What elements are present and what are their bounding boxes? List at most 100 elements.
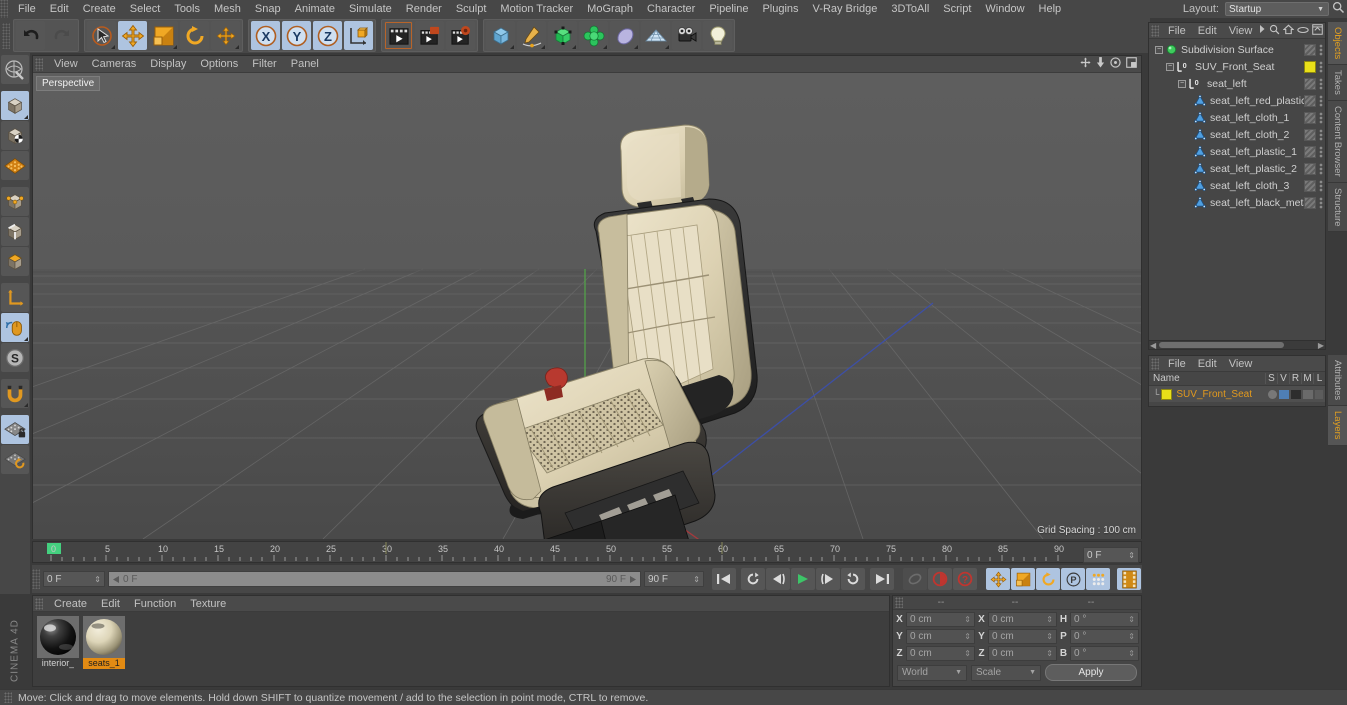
visibility-dots-icon[interactable]	[1319, 94, 1323, 107]
enable-axis-button[interactable]	[1, 313, 29, 342]
planar-workplane-button[interactable]	[1, 445, 29, 474]
apply-button[interactable]: Apply	[1045, 664, 1137, 681]
menu-item-sculpt[interactable]: Sculpt	[449, 0, 494, 18]
viewport-menu-panel[interactable]: Panel	[284, 56, 326, 73]
rotate-tool[interactable]	[180, 21, 209, 50]
object-row-seat-left-black-metal[interactable]: seat_left_black_metal	[1149, 194, 1325, 211]
add-environment-object[interactable]	[641, 21, 670, 50]
menu-item-render[interactable]: Render	[399, 0, 449, 18]
undo-button[interactable]	[16, 21, 45, 50]
loop-button[interactable]	[841, 568, 865, 590]
viewport-solo-button[interactable]: S	[1, 343, 29, 372]
spinner-icon[interactable]: ⇕	[1128, 615, 1135, 624]
visibility-dots-icon[interactable]	[1319, 43, 1323, 56]
make-editable-button[interactable]	[1, 55, 29, 84]
rotation-key-toggle[interactable]	[1036, 568, 1060, 590]
scale-key-toggle[interactable]	[1011, 568, 1035, 590]
manager-flag-icon[interactable]	[1303, 389, 1313, 399]
object-row-seat-left-cloth-3[interactable]: seat_left_cloth_3	[1149, 177, 1325, 194]
world-object-coordinates[interactable]	[344, 21, 373, 50]
position-z-field[interactable]: 0 cm ⇕	[906, 645, 975, 661]
axis-modification-button[interactable]	[1, 283, 29, 312]
visibility-dots-icon[interactable]	[1319, 128, 1323, 141]
visibility-dots-icon[interactable]	[1319, 77, 1323, 90]
coordinate-system-dropdown[interactable]: World ▼	[897, 664, 967, 681]
keyframe-mode-button[interactable]	[1117, 568, 1141, 590]
go-to-end-button[interactable]	[870, 568, 894, 590]
layer-manager-grip[interactable]	[1151, 357, 1159, 370]
spinner-icon[interactable]: ⇕	[1046, 632, 1053, 641]
viewport-menu-grip[interactable]	[35, 57, 43, 71]
spinner-icon[interactable]: ⇕	[964, 615, 971, 624]
maximize-icon[interactable]	[1126, 57, 1137, 71]
workplane-mode-button[interactable]	[1, 151, 29, 180]
tag-checker-icon[interactable]	[1304, 111, 1316, 124]
layer-col-s[interactable]: S	[1265, 373, 1277, 384]
viewport-menu-display[interactable]: Display	[143, 56, 193, 73]
object-row-seat-left-cloth-2[interactable]: seat_left_cloth_2	[1149, 126, 1325, 143]
object-row-seat-left[interactable]: − 0 seat_left	[1149, 75, 1325, 92]
size-x-field[interactable]: 0 cm ⇕	[988, 611, 1057, 627]
add-spline-object[interactable]	[517, 21, 546, 50]
menu-item-edit[interactable]: Edit	[43, 0, 76, 18]
transform-mode-dropdown[interactable]: Scale ▼	[971, 664, 1041, 681]
current-frame-field[interactable]: 0 F ⇕	[43, 571, 105, 587]
add-camera-object[interactable]	[672, 21, 701, 50]
tab-structure[interactable]: Structure	[1328, 182, 1347, 233]
viewport-menu-view[interactable]: View	[47, 56, 85, 73]
chevron-right-icon[interactable]	[1258, 24, 1266, 37]
keyframe-selection-button[interactable]: ?	[953, 568, 977, 590]
layer-col-r[interactable]: R	[1289, 373, 1301, 384]
menu-item-window[interactable]: Window	[978, 0, 1031, 18]
scrollbar-thumb[interactable]	[1159, 342, 1284, 348]
position-x-field[interactable]: 0 cm ⇕	[906, 611, 975, 627]
menu-item-select[interactable]: Select	[123, 0, 168, 18]
object-row-seat-left-plastic-1[interactable]: seat_left_plastic_1	[1149, 143, 1325, 160]
menu-item-vray-bridge[interactable]: V-Ray Bridge	[806, 0, 885, 18]
viewport-menu-filter[interactable]: Filter	[245, 56, 283, 73]
menu-item-3dtoall[interactable]: 3DToAll	[884, 0, 936, 18]
toolbar-grip[interactable]	[2, 22, 10, 49]
add-array-object[interactable]	[579, 21, 608, 50]
layer-menu-view[interactable]: View	[1223, 356, 1259, 372]
max-frame-field[interactable]: 90 F ⇕	[644, 571, 704, 587]
position-y-field[interactable]: 0 cm ⇕	[906, 628, 975, 644]
layer-col-m[interactable]: M	[1301, 373, 1313, 384]
autokeying-button[interactable]	[903, 568, 927, 590]
material-menu-grip[interactable]	[35, 597, 43, 610]
add-light-object[interactable]	[703, 21, 732, 50]
lock-y-axis[interactable]: Y	[282, 21, 311, 50]
layout-dropdown[interactable]: Startup ▼	[1225, 2, 1329, 16]
tag-checker-icon[interactable]	[1304, 77, 1316, 90]
spinner-icon[interactable]: ⇕	[94, 575, 101, 584]
rotation-h-field[interactable]: 0 ° ⇕	[1070, 611, 1139, 627]
material-item[interactable]: seats_1	[83, 616, 125, 682]
menu-item-motion-tracker[interactable]: Motion Tracker	[493, 0, 580, 18]
add-deformer-object[interactable]	[610, 21, 639, 50]
viewport-3d-canvas[interactable]: Perspective Grid Spacing : 100 cm	[33, 73, 1141, 539]
model-mode-button[interactable]	[1, 91, 29, 120]
spinner-icon[interactable]: ⇕	[1128, 632, 1135, 641]
timeline-frame-field[interactable]: 0 F ⇕	[1083, 547, 1139, 563]
render-to-picture-viewer[interactable]	[446, 21, 475, 50]
visibility-dots-icon[interactable]	[1319, 179, 1323, 192]
lock-z-axis[interactable]: Z	[313, 21, 342, 50]
object-row-seat-left-plastic-2[interactable]: seat_left_plastic_2	[1149, 160, 1325, 177]
size-z-field[interactable]: 0 cm ⇕	[988, 645, 1057, 661]
scroll-right-arrow-icon[interactable]: ▶	[1318, 341, 1324, 350]
play-button[interactable]	[791, 568, 815, 590]
expander-icon[interactable]: −	[1178, 79, 1186, 88]
go-to-start-button[interactable]	[712, 568, 736, 590]
search-icon[interactable]	[1269, 24, 1280, 38]
spinner-icon[interactable]: ⇕	[964, 649, 971, 658]
tag-checker-icon[interactable]	[1304, 162, 1316, 175]
coordinate-grip[interactable]	[895, 597, 903, 608]
scale-tool[interactable]	[149, 21, 178, 50]
solo-flag-icon[interactable]	[1268, 389, 1277, 399]
menu-item-tools[interactable]: Tools	[167, 0, 207, 18]
material-menu-function[interactable]: Function	[127, 596, 183, 612]
point-mode-button[interactable]	[1, 187, 29, 216]
step-back-button[interactable]	[766, 568, 790, 590]
material-menu-edit[interactable]: Edit	[94, 596, 127, 612]
menu-item-file[interactable]: File	[11, 0, 43, 18]
